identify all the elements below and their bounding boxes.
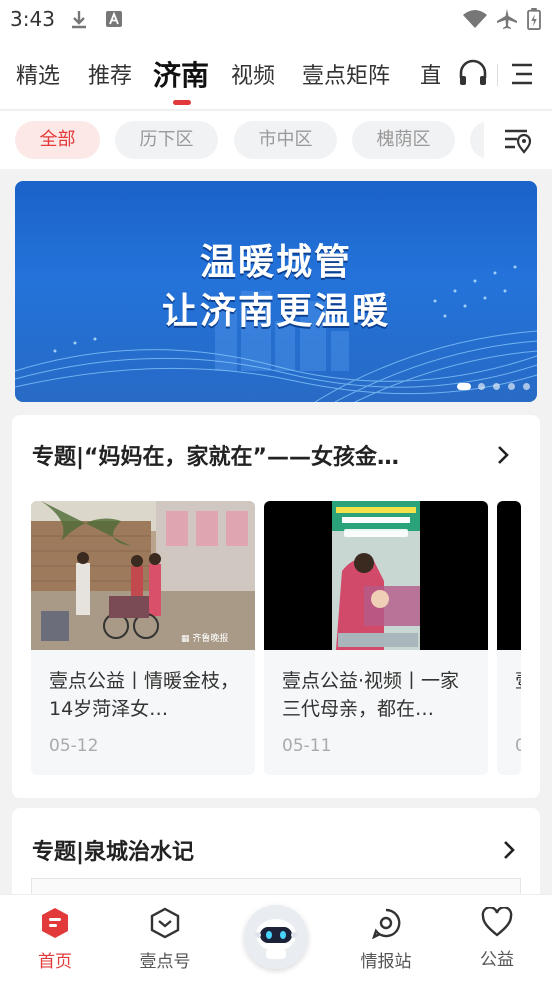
carousel-dot [478, 383, 485, 390]
news-date: 05-12 [49, 736, 99, 756]
chevron-right-icon[interactable] [502, 840, 516, 860]
bottom-tab-label: 首页 [38, 952, 72, 972]
bottom-tab-label: 壹点号 [139, 952, 191, 972]
chip-lixia[interactable]: 历下区 [115, 121, 218, 159]
carousel-dot [523, 383, 530, 390]
carousel-dot [457, 383, 471, 390]
svg-text:▦ 齐鲁晚报: ▦ 齐鲁晚报 [181, 632, 228, 644]
active-tab-indicator [173, 100, 191, 105]
bottom-tab-label: 情报站 [360, 952, 412, 972]
robot-assistant-button[interactable] [244, 905, 308, 969]
status-time: 3:43 [10, 7, 55, 31]
news-title: 壹 [515, 667, 521, 723]
wifi-icon [463, 10, 487, 28]
banner-subheadline: 让济南更温暖 [161, 291, 390, 332]
news-item[interactable] [31, 878, 521, 894]
tab-live[interactable]: 直 [420, 58, 440, 90]
tab-yidian-matrix[interactable]: 壹点矩阵 [302, 58, 390, 90]
chevron-right-icon[interactable] [496, 445, 510, 465]
intel-icon [371, 908, 401, 940]
chip-huaiyin[interactable]: 槐荫区 [352, 121, 455, 159]
carousel-dot [493, 383, 500, 390]
news-item[interactable]: ▦ 齐鲁晚报 壹点公益丨情暖金枝，14岁菏泽女… 05-12 [31, 501, 255, 775]
chip-all[interactable]: 全部 [15, 121, 100, 159]
news-date: 05-11 [282, 736, 332, 756]
chip-shizhong[interactable]: 市中区 [234, 121, 337, 159]
tab-featured[interactable]: 精选 [16, 58, 60, 90]
bottom-tab-home[interactable]: 首页 [10, 907, 100, 972]
robot-assistant-icon [255, 919, 297, 959]
home-icon [42, 908, 68, 938]
topic-title[interactable]: 专题|“妈妈在，家就在”——女孩金… [32, 439, 472, 471]
download-icon [72, 11, 86, 29]
carousel-dot [508, 383, 515, 390]
topic-card: 专题|“妈妈在，家就在”——女孩金… ▦ 齐鲁晚报 壹点公益丨情暖金枝，14岁菏… [12, 415, 540, 798]
district-filter-bar: 全部 历下区 市中区 槐荫区 [0, 111, 552, 169]
airplane-icon [497, 9, 517, 29]
bottom-tab-intel[interactable]: 情报站 [341, 907, 431, 972]
bottom-tab-label: 公益 [480, 950, 514, 970]
bottom-tab-yidian[interactable]: 壹点号 [120, 907, 210, 972]
heart-icon [481, 906, 513, 937]
news-item[interactable]: 壹 0 [497, 501, 521, 775]
video-screenshot [264, 501, 488, 650]
news-item[interactable]: 壹点公益·视频丨一家三代母亲，都在… 05-11 [264, 501, 488, 775]
status-bar: 3:43 [0, 0, 552, 38]
headphones-icon[interactable] [457, 58, 489, 88]
channel-tab-bar: 精选 推荐 济南 视频 壹点矩阵 直 [0, 38, 552, 110]
nav-divider [497, 64, 498, 86]
tab-jinan[interactable]: 济南 [153, 54, 209, 94]
font-icon [106, 11, 122, 27]
news-date: 0 [515, 736, 521, 756]
banner-headline: 温暖城管 [199, 242, 352, 283]
banner-carousel[interactable]: 温暖城管 让济南更温暖 [15, 181, 537, 402]
news-title: 壹点公益·视频丨一家三代母亲，都在… [282, 670, 460, 720]
family-courtyard-photo: ▦ 齐鲁晚报 [31, 501, 255, 650]
topic-card: 专题|泉城治水记 [12, 808, 540, 894]
topic-title[interactable]: 专题|泉城治水记 [32, 834, 472, 866]
tab-video[interactable]: 视频 [231, 58, 275, 90]
bottom-tab-charity[interactable]: 公益 [452, 906, 542, 970]
news-title: 壹点公益丨情暖金枝，14岁菏泽女… [49, 670, 239, 720]
battery-icon [527, 8, 541, 30]
yidian-icon [150, 907, 180, 939]
location-filter-icon[interactable] [503, 126, 533, 154]
menu-icon[interactable] [510, 62, 534, 86]
bottom-tab-bar: 首页 壹点号 情报站 公益 [0, 894, 552, 981]
tab-recommend[interactable]: 推荐 [88, 58, 132, 90]
news-thumbnail [497, 501, 521, 650]
